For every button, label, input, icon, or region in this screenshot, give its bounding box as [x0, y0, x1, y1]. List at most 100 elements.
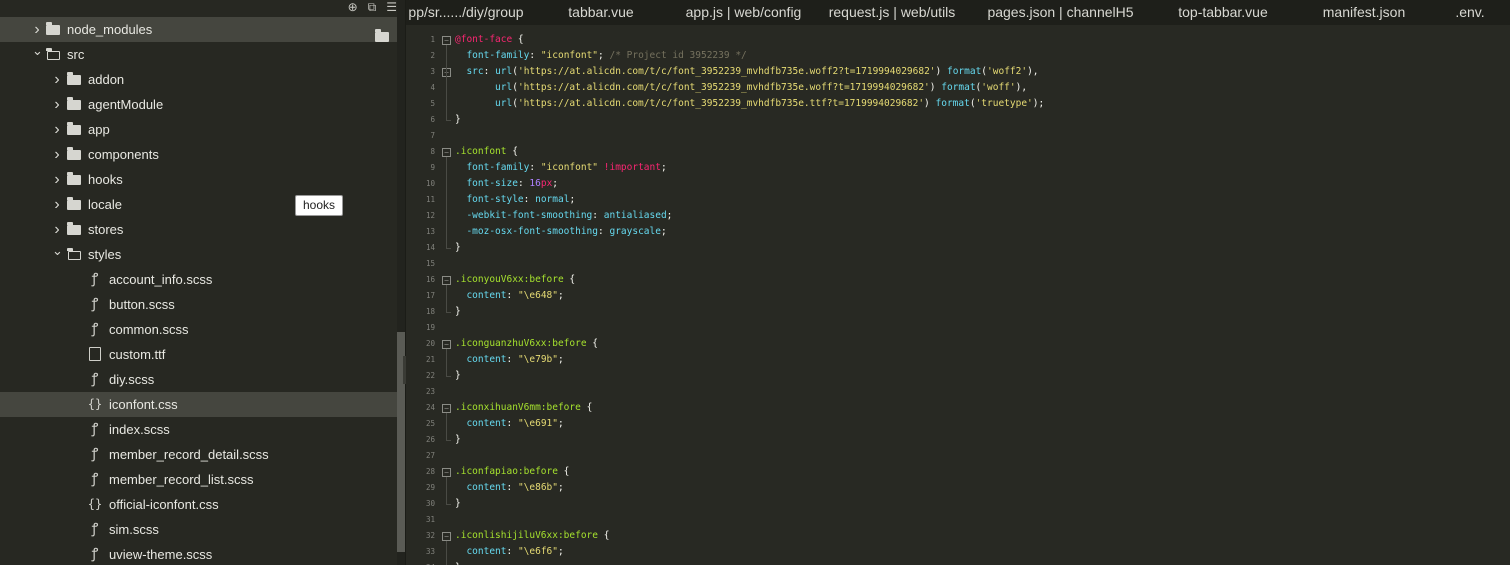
code-text: content: "\e6f6"; — [466, 546, 564, 557]
line-number: 9 — [430, 163, 435, 172]
tree-item-app[interactable]: › app — [0, 117, 397, 142]
line-number: 28 — [425, 467, 435, 476]
tree-item-button-scss[interactable]: ꝭ button.scss — [0, 292, 397, 317]
code-text: } — [455, 370, 461, 381]
menu-icon[interactable]: ☰ — [386, 1, 397, 13]
tree-item-label: official-iconfont.css — [109, 497, 219, 512]
fold-guide-end — [446, 376, 451, 377]
code-line: 3− src: url('https://at.alicdn.com/t/c/f… — [406, 64, 1510, 80]
code-editor[interactable]: 1− @font-face {2 font-family: "iconfont";… — [406, 25, 1510, 565]
tab-4[interactable]: pages.json | channelH5 — [973, 0, 1148, 25]
tree-item-label: button.scss — [109, 297, 175, 312]
tree-item-agentmodule[interactable]: › agentModule — [0, 92, 397, 117]
tree-item-index-scss[interactable]: ꝭ index.scss — [0, 417, 397, 442]
tree-item-official-iconfont-css[interactable]: {} official-iconfont.css — [0, 492, 397, 517]
chevron-right-icon[interactable]: › — [52, 67, 62, 92]
tree-item-styles[interactable]: ⌄ styles — [0, 242, 397, 267]
fold-icon[interactable]: − — [442, 276, 451, 285]
fold-icon[interactable]: − — [442, 36, 451, 45]
tree-item-custom-ttf[interactable]: custom.ttf — [0, 342, 397, 367]
tree-item-hooks[interactable]: › hooks — [0, 167, 397, 192]
code-line: 32− .iconlishijiluV6xx:before { — [406, 528, 1510, 544]
code-text: .iconfapiao:before { — [455, 466, 570, 477]
chevron-down-icon[interactable]: ⌄ — [32, 38, 43, 63]
tree-item-uview-theme-scss[interactable]: ꝭ uview-theme.scss — [0, 542, 397, 565]
line-number: 14 — [425, 243, 435, 252]
code-text: } — [455, 114, 461, 125]
tree-item-components[interactable]: › components — [0, 142, 397, 167]
tab-0[interactable]: pp/sr....../diy/group — [406, 0, 526, 25]
fold-guide-end — [446, 120, 451, 121]
line-number: 18 — [425, 307, 435, 316]
fold-guide — [446, 349, 447, 376]
css-file-icon: {} — [87, 397, 103, 411]
code-line: 27 — [406, 448, 1510, 464]
tree-item-common-scss[interactable]: ꝭ common.scss — [0, 317, 397, 342]
tree-item-label: iconfont.css — [109, 397, 178, 412]
tree-item-label: styles — [88, 247, 122, 262]
tree-item-sim-scss[interactable]: ꝭ sim.scss — [0, 517, 397, 542]
code-line: 28− .iconfapiao:before { — [406, 464, 1510, 480]
chevron-right-icon[interactable]: › — [52, 192, 62, 217]
tree-item-label: common.scss — [109, 322, 189, 337]
code-line: 24− .iconxihuanV6mm:before { — [406, 400, 1510, 416]
fold-guide — [446, 413, 447, 440]
chevron-right-icon[interactable]: › — [52, 117, 62, 142]
folder-icon — [66, 192, 82, 217]
code-text: } — [455, 242, 461, 253]
tab-6[interactable]: manifest.json — [1298, 0, 1430, 25]
code-line: 26} — [406, 432, 1510, 448]
code-line: 7 — [406, 128, 1510, 144]
tab-7[interactable]: .env. — [1430, 0, 1510, 25]
hover-tooltip: hooks — [295, 195, 343, 216]
fold-guide — [446, 157, 447, 248]
chevron-right-icon[interactable]: › — [52, 142, 62, 167]
code-line: 29 content: "\e86b"; — [406, 480, 1510, 496]
explorer-toolbar: ⊕ ⧉ ☰ — [348, 0, 397, 13]
tab-5[interactable]: top-tabbar.vue — [1148, 0, 1298, 25]
collapse-all-icon[interactable]: ⧉ — [368, 1, 377, 13]
chevron-right-icon[interactable]: › — [52, 167, 62, 192]
code-line: 2 font-family: "iconfont"; /* Project id… — [406, 48, 1510, 64]
tree-item-addon[interactable]: › addon — [0, 67, 397, 92]
line-number: 17 — [425, 291, 435, 300]
fold-guide-end — [446, 440, 451, 441]
fold-icon[interactable]: − — [442, 148, 451, 157]
fold-icon[interactable]: − — [442, 468, 451, 477]
tree-item-diy-scss[interactable]: ꝭ diy.scss — [0, 367, 397, 392]
fold-icon[interactable]: − — [442, 340, 451, 349]
tree-item-node-modules[interactable]: › node_modules — [0, 17, 397, 42]
sidebar-scrollbar[interactable] — [397, 0, 405, 565]
fold-icon[interactable]: − — [442, 532, 451, 541]
line-number: 8 — [430, 147, 435, 156]
folder-icon — [45, 17, 61, 42]
tab-3[interactable]: request.js | web/utils — [811, 0, 973, 25]
folder-icon — [66, 117, 82, 142]
code-line: 33 content: "\e6f6"; — [406, 544, 1510, 560]
code-line: 30} — [406, 496, 1510, 512]
chevron-right-icon[interactable]: › — [52, 92, 62, 117]
tree-item-label: sim.scss — [109, 522, 159, 537]
code-text: .iconyouV6xx:before { — [455, 274, 576, 285]
tree-item-member-record-list-scss[interactable]: ꝭ member_record_list.scss — [0, 467, 397, 492]
code-line: 21 content: "\e79b"; — [406, 352, 1510, 368]
fold-icon[interactable]: − — [442, 404, 451, 413]
code-line: 34} — [406, 560, 1510, 565]
tree-item-iconfont-css[interactable]: {} iconfont.css — [0, 392, 397, 417]
code-text: .iconxihuanV6mm:before { — [455, 402, 593, 413]
chevron-down-icon[interactable]: ⌄ — [52, 238, 63, 263]
locate-file-icon[interactable]: ⊕ — [348, 1, 358, 13]
tree-item-label: hooks — [88, 172, 123, 187]
sass-file-icon: ꝭ — [91, 546, 99, 562]
code-text: url('https://at.alicdn.com/t/c/font_3952… — [495, 98, 1045, 109]
tree-item-member-record-detail-scss[interactable]: ꝭ member_record_detail.scss — [0, 442, 397, 467]
code-line: 4 url('https://at.alicdn.com/t/c/font_39… — [406, 80, 1510, 96]
tree-item-src[interactable]: ⌄ src — [0, 42, 397, 67]
tree-item-label: account_info.scss — [109, 272, 213, 287]
tree-item-label: agentModule — [88, 97, 164, 112]
tree-item-label: node_modules — [67, 22, 153, 37]
tree-item-account-info-scss[interactable]: ꝭ account_info.scss — [0, 267, 397, 292]
tab-1[interactable]: tabbar.vue — [526, 0, 676, 25]
tree-item-label: locale — [88, 197, 122, 212]
tab-2[interactable]: app.js | web/config — [676, 0, 811, 25]
